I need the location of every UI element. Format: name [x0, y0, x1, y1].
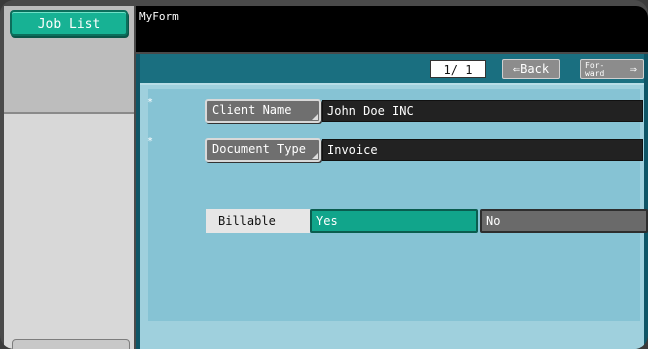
device-screen: Job List MyForm 1/ 1 ⇐Back For- ward ⇒ *… — [0, 0, 648, 349]
job-list-button[interactable]: Job List — [10, 10, 128, 36]
content-frame: 1/ 1 ⇐Back For- ward ⇒ * Client Name Joh… — [136, 54, 648, 349]
billable-no-button[interactable]: No — [480, 209, 648, 233]
billable-yes-button[interactable]: Yes — [310, 209, 478, 233]
bottom-strip — [140, 321, 644, 349]
billable-label: Billable — [206, 209, 310, 233]
left-panel-top: Job List — [4, 6, 134, 114]
navigation-bar: 1/ 1 ⇐Back For- ward ⇒ — [140, 54, 644, 85]
client-name-value: John Doe INC — [322, 100, 643, 122]
back-button[interactable]: ⇐Back — [502, 59, 560, 79]
page-indicator: 1/ 1 — [430, 60, 486, 78]
header-bar: MyForm — [136, 6, 648, 52]
document-type-button[interactable]: Document Type — [205, 138, 321, 162]
client-name-button[interactable]: Client Name — [205, 99, 321, 123]
right-arrow-icon: ⇒ — [629, 62, 637, 76]
required-marker: * — [147, 136, 154, 147]
forward-label-line2: ward — [585, 69, 605, 78]
back-label: Back — [520, 62, 550, 76]
left-bottom-tab[interactable] — [12, 339, 130, 349]
form-panel: * Client Name John Doe INC * Document Ty… — [147, 89, 648, 321]
forward-label: For- ward — [585, 62, 615, 78]
required-marker: * — [147, 97, 154, 108]
form-title: MyForm — [139, 10, 179, 23]
forward-button[interactable]: For- ward ⇒ — [580, 59, 644, 79]
form-area: * Client Name John Doe INC * Document Ty… — [140, 85, 648, 349]
left-panel: Job List — [4, 6, 134, 349]
document-type-value: Invoice — [322, 139, 643, 161]
